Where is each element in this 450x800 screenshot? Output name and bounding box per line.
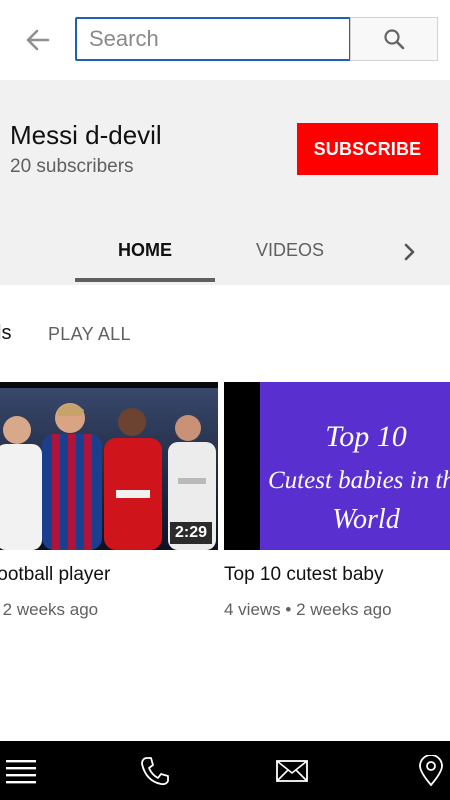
tab-videos[interactable]: VIDEOS xyxy=(230,240,350,261)
active-tab-indicator xyxy=(75,278,215,282)
menu-icon xyxy=(6,760,36,784)
video-thumbnail[interactable]: 2:29 xyxy=(0,382,218,550)
cutest-babies-thumbnail-image: Top 10 Cutest babies in th World xyxy=(224,382,450,550)
tab-home[interactable]: HOME xyxy=(75,240,215,261)
back-button[interactable] xyxy=(22,24,54,56)
play-all-button[interactable]: PLAY ALL xyxy=(48,324,131,345)
mail-icon xyxy=(276,760,308,782)
video-thumbnail[interactable]: Top 10 Cutest babies in th World xyxy=(224,382,450,550)
video-title[interactable]: football player xyxy=(0,564,218,586)
tabs-next-button[interactable] xyxy=(400,240,420,264)
subscribe-button[interactable]: SUBSCRIBE xyxy=(297,123,438,175)
top-search-bar xyxy=(0,0,450,80)
channel-header: Messi d-devil 20 subscribers SUBSCRIBE H… xyxy=(0,80,450,285)
bottom-nav-bar xyxy=(0,741,450,800)
video-card[interactable]: Top 10 Cutest babies in th World Top 10 … xyxy=(224,382,450,620)
video-card[interactable]: 2:29 football player • 2 weeks ago xyxy=(0,382,218,620)
thumbnail-caption-line: World xyxy=(332,504,400,535)
video-duration: 2:29 xyxy=(169,522,212,544)
location-pin-icon xyxy=(419,754,443,787)
arrow-left-icon xyxy=(26,29,50,51)
search-input[interactable] xyxy=(75,17,351,61)
thumbnail-caption-line: Top 10 xyxy=(325,420,406,453)
phone-icon xyxy=(141,757,169,786)
thumbnail-caption-line: Cutest babies in th xyxy=(268,467,450,494)
location-button[interactable] xyxy=(414,754,448,787)
search-icon xyxy=(384,29,405,50)
video-title[interactable]: Top 10 cutest baby xyxy=(224,564,450,586)
call-button[interactable] xyxy=(138,755,172,787)
email-button[interactable] xyxy=(275,755,309,787)
menu-button[interactable] xyxy=(4,755,38,787)
video-meta: 4 views • 2 weeks ago xyxy=(224,600,392,619)
subscriber-count: 20 subscribers xyxy=(10,156,134,177)
search-button[interactable] xyxy=(350,17,438,61)
chevron-right-icon xyxy=(404,243,415,261)
section-title: ls xyxy=(0,322,12,344)
video-meta: • 2 weeks ago xyxy=(0,600,99,619)
channel-name: Messi d-devil xyxy=(10,120,162,150)
